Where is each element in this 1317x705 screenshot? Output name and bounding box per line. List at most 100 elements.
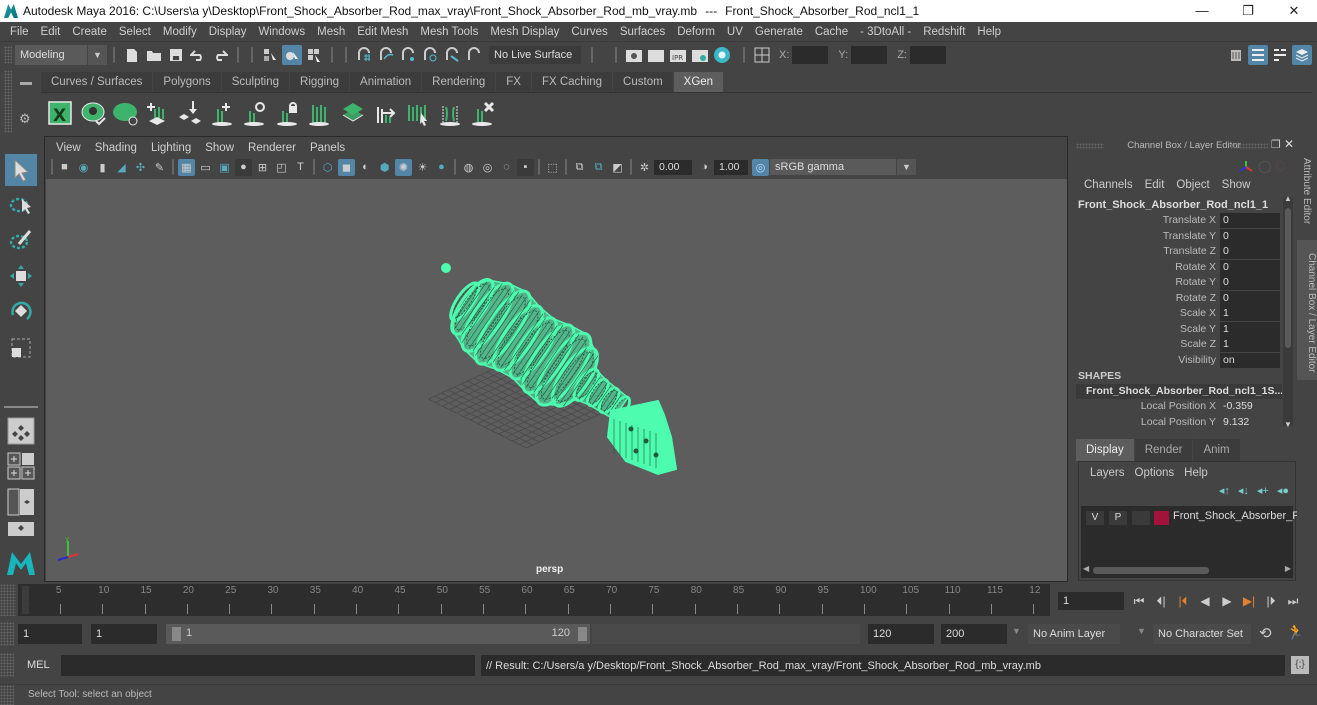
shape-attr-value[interactable]: 9.132: [1220, 415, 1280, 430]
y-field[interactable]: [851, 46, 888, 64]
grip-handle[interactable]: [0, 584, 16, 616]
layer-tab-anim[interactable]: Anim: [1193, 439, 1240, 461]
layer-menu-layers[interactable]: Layers: [1085, 464, 1130, 482]
image-plane-icon[interactable]: ◢: [113, 159, 130, 176]
move-layer-up-icon[interactable]: ◂↑: [1219, 484, 1230, 497]
viewport-menu-show[interactable]: Show: [198, 142, 241, 154]
attribute-editor-toggle-icon[interactable]: [1248, 45, 1268, 65]
channel-value[interactable]: 1: [1220, 337, 1280, 352]
channel-label[interactable]: Translate X: [1072, 213, 1220, 228]
x-field[interactable]: [792, 46, 829, 64]
wireframe-icon[interactable]: ⬡: [319, 159, 336, 176]
bookmarks-icon[interactable]: ▮: [94, 159, 111, 176]
select-camera-icon[interactable]: ■: [56, 159, 73, 176]
menuset-dropdown[interactable]: Modeling ▼: [15, 45, 107, 65]
xgen-guide-rebuild-icon[interactable]: [306, 99, 334, 127]
shelf-tab-fx[interactable]: FX: [496, 72, 531, 92]
layer-horizontal-scrollbar[interactable]: ◀ ▶: [1083, 564, 1291, 576]
live-surface-field[interactable]: No Live Surface: [489, 46, 581, 64]
scrollbar-thumb[interactable]: [1093, 567, 1209, 574]
scroll-right-icon[interactable]: ▶: [1285, 564, 1291, 573]
channel-row-translate-x[interactable]: Translate X0: [1072, 213, 1282, 228]
scroll-left-icon[interactable]: ◀: [1083, 564, 1089, 573]
shelf-tabs-menu-icon[interactable]: [20, 82, 32, 85]
layer-menu-help[interactable]: Help: [1179, 464, 1213, 482]
channel-value[interactable]: 0: [1220, 213, 1280, 228]
grip-handle[interactable]: [0, 685, 14, 705]
channel-row-translate-y[interactable]: Translate Y0: [1072, 228, 1282, 244]
shelf-tab-custom[interactable]: Custom: [613, 72, 673, 92]
select-hierarchy-icon[interactable]: [260, 45, 280, 65]
xray-icon[interactable]: ⧉: [571, 159, 588, 176]
xgen-lock-guide-icon[interactable]: [274, 99, 302, 127]
channel-label[interactable]: Rotate Z: [1072, 291, 1220, 306]
xgen-select-guides-icon[interactable]: [404, 99, 432, 127]
safe-action-icon[interactable]: ◰: [273, 159, 290, 176]
menu-deform[interactable]: Deform: [671, 26, 721, 38]
menu-windows[interactable]: Windows: [252, 26, 311, 38]
menu-3dtoall[interactable]: - 3DtoAll -: [854, 26, 917, 38]
step-back-key-icon[interactable]: |⏴: [1172, 594, 1194, 609]
layer-name[interactable]: Front_Shock_Absorber_F: [1173, 510, 1299, 522]
xgen-preview-icon[interactable]: [79, 99, 107, 127]
go-to-end-icon[interactable]: ⏭: [1282, 594, 1304, 609]
manipulator-axis-icon[interactable]: [1238, 159, 1254, 176]
xray-joints-icon[interactable]: ◩: [609, 159, 626, 176]
float-panel-icon[interactable]: ❐: [1271, 138, 1281, 151]
channel-row-rotate-x[interactable]: Rotate X0: [1072, 259, 1282, 275]
character-set-dropdown[interactable]: No Character Set: [1153, 624, 1251, 644]
channel-box-scrollbar[interactable]: ▲ ▼: [1283, 194, 1293, 429]
channel-box-toggle-icon[interactable]: [1292, 45, 1312, 65]
z-field[interactable]: [909, 46, 946, 64]
shadows-icon[interactable]: ●: [433, 159, 450, 176]
xgen-delete-guide-icon[interactable]: [469, 99, 497, 127]
persp-outliner-layout-icon[interactable]: [5, 486, 37, 518]
menu-create[interactable]: Create: [66, 26, 113, 38]
menu-select[interactable]: Select: [113, 26, 157, 38]
animation-preferences-icon[interactable]: 🏃: [1286, 623, 1305, 641]
layer-tab-render[interactable]: Render: [1134, 439, 1193, 461]
select-object-icon[interactable]: [282, 45, 302, 65]
minimize-button[interactable]: —: [1179, 0, 1225, 22]
menu-generate[interactable]: Generate: [749, 26, 809, 38]
step-back-frame-icon[interactable]: ⏴|: [1150, 594, 1172, 609]
3d-viewport[interactable]: y persp: [46, 179, 1067, 581]
menu-mesh-display[interactable]: Mesh Display: [484, 26, 565, 38]
exposure-icon[interactable]: ✲: [636, 159, 653, 176]
layer-playback-toggle[interactable]: P: [1109, 511, 1127, 525]
channel-label[interactable]: Translate Z: [1072, 244, 1220, 259]
channel-label[interactable]: Rotate Y: [1072, 275, 1220, 290]
shelf-tab-rigging[interactable]: Rigging: [290, 72, 350, 92]
grid-toggle-icon[interactable]: ▦: [178, 158, 195, 176]
channel-label[interactable]: Translate Y: [1072, 229, 1220, 244]
undo-icon[interactable]: [188, 45, 208, 65]
menu-mesh-tools[interactable]: Mesh Tools: [414, 26, 484, 38]
shelf-tab-rendering[interactable]: Rendering: [422, 72, 496, 92]
2d-pan-zoom-icon[interactable]: ✣: [132, 159, 149, 176]
layer-menu-options[interactable]: Options: [1130, 464, 1180, 482]
channel-value[interactable]: 1: [1220, 306, 1280, 321]
film-gate-icon[interactable]: ▭: [197, 159, 214, 176]
select-tool-icon[interactable]: [5, 154, 37, 186]
xgen-add-guides-icon[interactable]: [144, 99, 172, 127]
layer-visibility-toggle[interactable]: V: [1086, 511, 1104, 525]
script-editor-icon[interactable]: {;}: [1291, 656, 1309, 674]
safe-title-icon[interactable]: T: [292, 159, 309, 176]
tool-settings-toggle-icon[interactable]: [1270, 45, 1290, 65]
shelf-settings-gear-icon[interactable]: ⚙: [19, 111, 31, 127]
use-all-lights-icon[interactable]: ☀: [414, 159, 431, 176]
grip-handle[interactable]: [0, 622, 14, 646]
step-forward-key-icon[interactable]: ▶|: [1238, 594, 1260, 608]
input-line-mode-icon[interactable]: [752, 45, 772, 65]
menu-redshift[interactable]: Redshift: [917, 26, 971, 38]
gamma-icon[interactable]: ◑: [696, 159, 713, 176]
channel-value[interactable]: 0: [1220, 275, 1280, 290]
render-current-frame-icon[interactable]: [646, 45, 666, 65]
range-start-handle[interactable]: [172, 627, 181, 641]
time-slider[interactable]: 1 51015202530354045505560657075808590951…: [18, 584, 1050, 616]
motion-blur-icon[interactable]: ◎: [479, 159, 496, 176]
grip-handle[interactable]: [1230, 143, 1268, 149]
create-layer-from-selected-icon[interactable]: ◂●: [1277, 484, 1289, 497]
playback-start-field[interactable]: 1: [91, 624, 157, 644]
select-component-icon[interactable]: [304, 45, 324, 65]
